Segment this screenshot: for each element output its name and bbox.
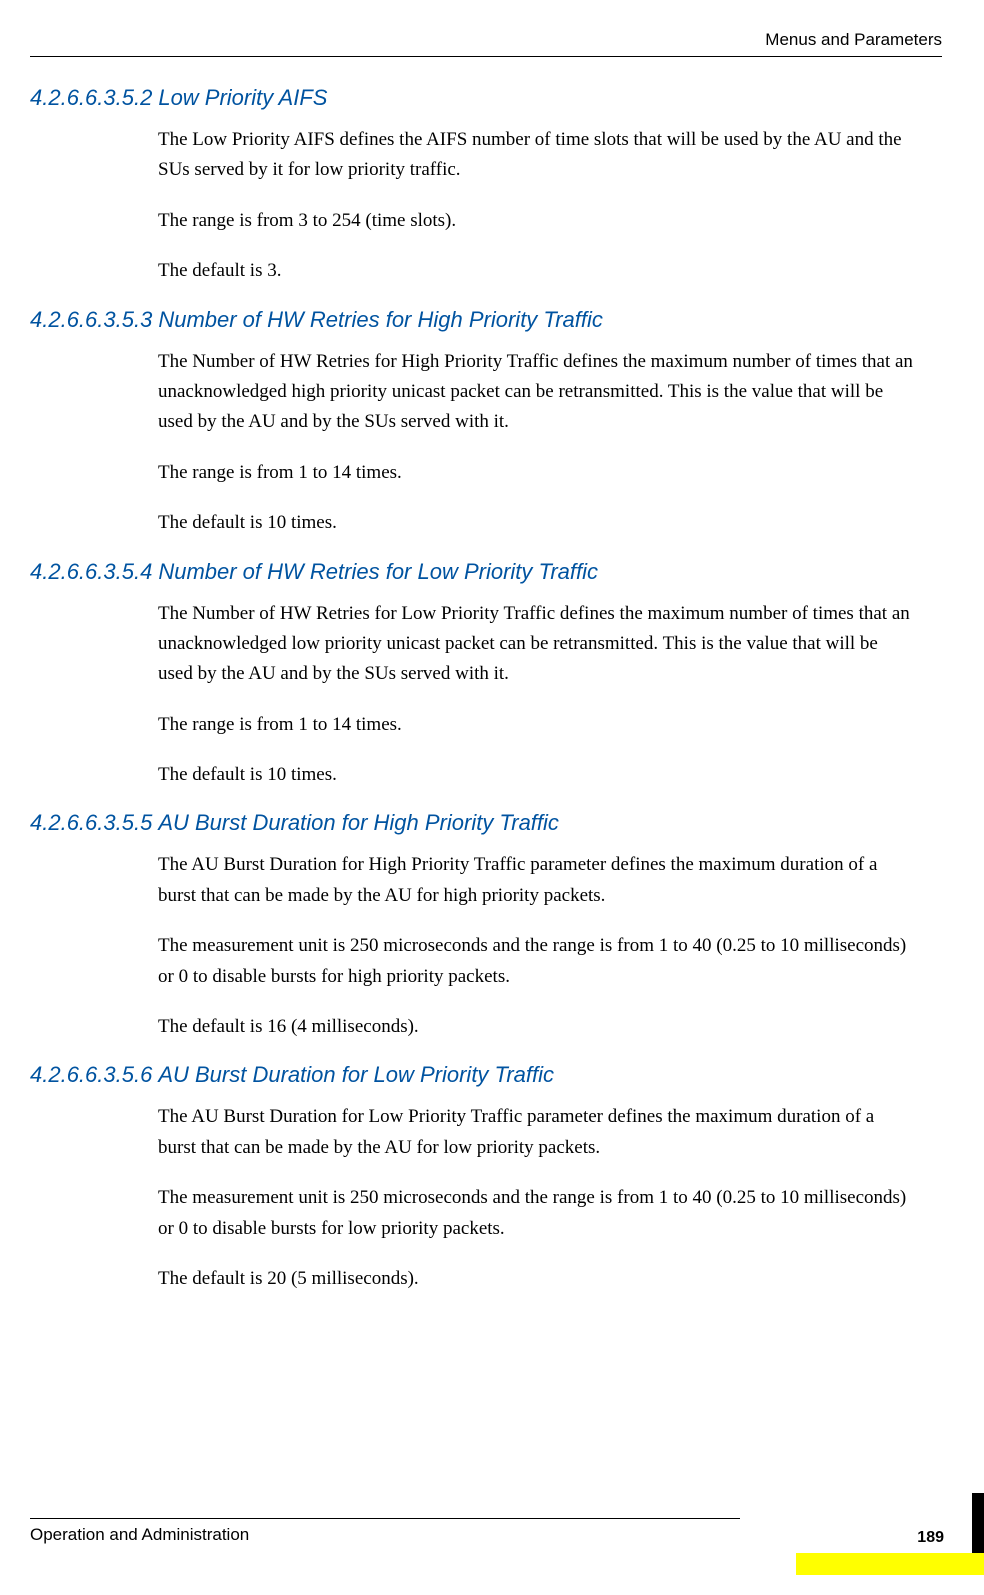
body-paragraph: The AU Burst Duration for Low Priority T… — [158, 1102, 914, 1163]
section-number: 4.2.6.6.3.5.3 — [30, 307, 152, 333]
content-area: 4.2.6.6.3.5.2Low Priority AIFS The Low P… — [30, 85, 914, 1294]
footer-divider — [30, 1518, 740, 1519]
body-paragraph: The range is from 1 to 14 times. — [158, 458, 914, 488]
section-title: Number of HW Retries for High Priority T… — [158, 307, 603, 332]
body-paragraph: The AU Burst Duration for High Priority … — [158, 850, 914, 911]
body-paragraph: The Number of HW Retries for Low Priorit… — [158, 599, 914, 690]
section-heading: 4.2.6.6.3.5.6AU Burst Duration for Low P… — [30, 1062, 914, 1088]
chapter-title: Menus and Parameters — [765, 30, 942, 49]
body-paragraph: The range is from 3 to 254 (time slots). — [158, 206, 914, 236]
body-paragraph: The default is 3. — [158, 256, 914, 286]
section-heading: 4.2.6.6.3.5.2Low Priority AIFS — [30, 85, 914, 111]
document-page: Menus and Parameters 4.2.6.6.3.5.2Low Pr… — [0, 0, 984, 1595]
section-number: 4.2.6.6.3.5.2 — [30, 85, 152, 111]
section-number: 4.2.6.6.3.5.6 — [30, 1062, 152, 1088]
body-paragraph: The Low Priority AIFS defines the AIFS n… — [158, 125, 914, 186]
section-number: 4.2.6.6.3.5.5 — [30, 810, 152, 836]
black-accent-bar — [972, 1493, 984, 1553]
body-paragraph: The Number of HW Retries for High Priori… — [158, 347, 914, 438]
body-paragraph: The default is 10 times. — [158, 760, 914, 790]
footer-text: Operation and Administration — [30, 1525, 942, 1545]
body-paragraph: The measurement unit is 250 microseconds… — [158, 1183, 914, 1244]
body-paragraph: The default is 20 (5 milliseconds). — [158, 1264, 914, 1294]
body-paragraph: The default is 10 times. — [158, 508, 914, 538]
section-number: 4.2.6.6.3.5.4 — [30, 559, 152, 585]
page-header: Menus and Parameters — [30, 30, 942, 57]
section-title: Number of HW Retries for Low Priority Tr… — [158, 559, 598, 584]
page-footer: Operation and Administration — [30, 1518, 942, 1545]
section-title: AU Burst Duration for Low Priority Traff… — [158, 1062, 554, 1087]
section-heading: 4.2.6.6.3.5.5AU Burst Duration for High … — [30, 810, 914, 836]
body-paragraph: The range is from 1 to 14 times. — [158, 710, 914, 740]
body-paragraph: The measurement unit is 250 microseconds… — [158, 931, 914, 992]
yellow-accent-bar — [796, 1553, 984, 1575]
section-heading: 4.2.6.6.3.5.3Number of HW Retries for Hi… — [30, 307, 914, 333]
section-title: Low Priority AIFS — [158, 85, 327, 110]
section-title: AU Burst Duration for High Priority Traf… — [158, 810, 559, 835]
page-number: 189 — [917, 1529, 944, 1547]
body-paragraph: The default is 16 (4 milliseconds). — [158, 1012, 914, 1042]
section-heading: 4.2.6.6.3.5.4Number of HW Retries for Lo… — [30, 559, 914, 585]
